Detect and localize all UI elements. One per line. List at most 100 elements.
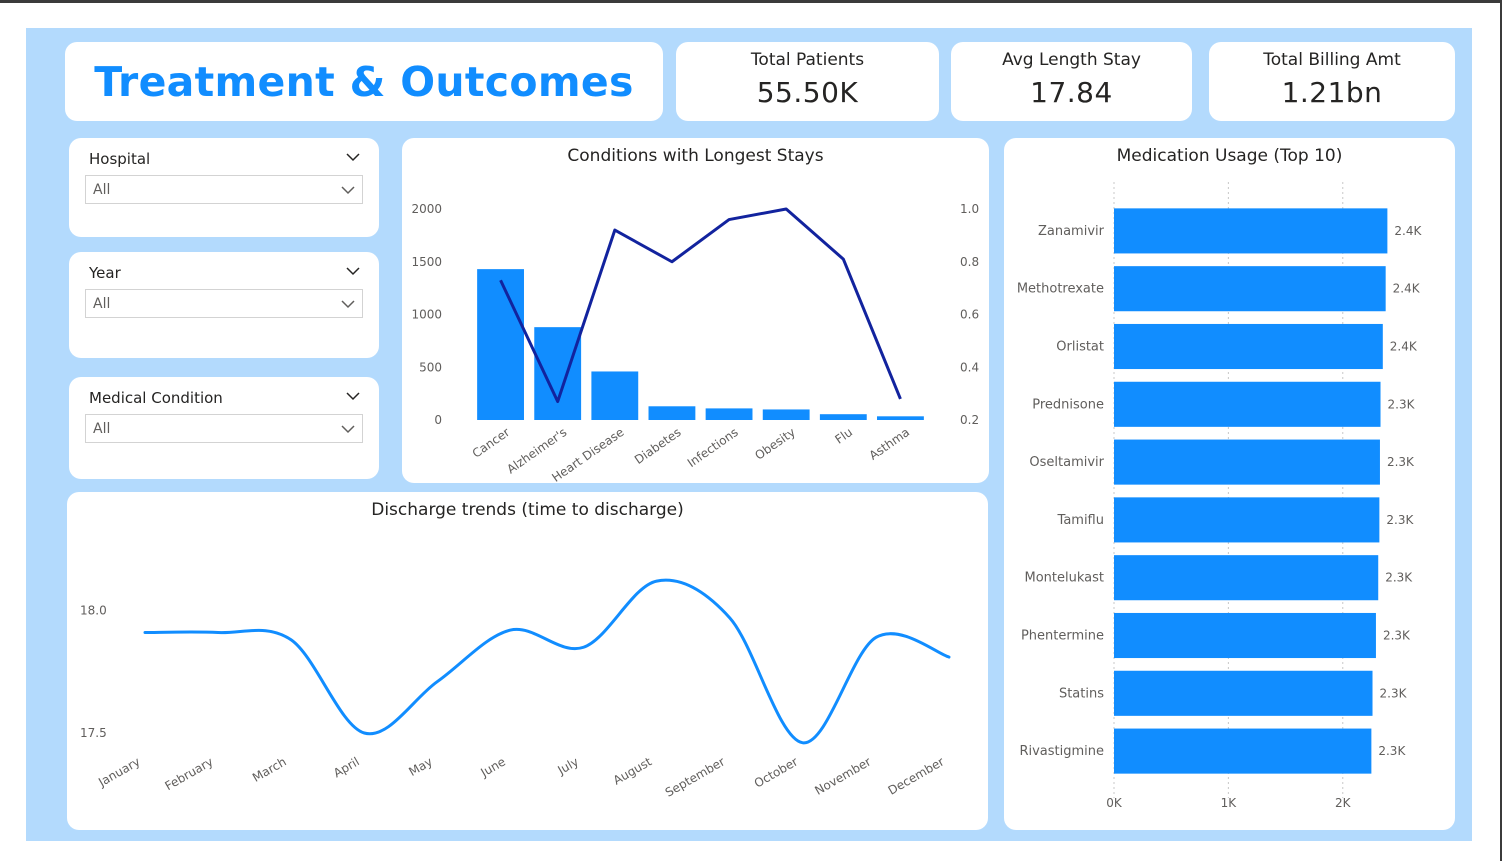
x-tick-label: October [752, 754, 801, 790]
y-tick-label-right: 0.8 [960, 255, 979, 269]
slicer-medical-condition: Medical Condition All [69, 377, 379, 479]
data-label: 2.3K [1380, 686, 1408, 700]
data-label: 2.3K [1386, 513, 1414, 527]
bar-cancer [477, 269, 524, 420]
x-tick-label: May [406, 754, 434, 779]
kpi-label: Avg Length Stay [1002, 50, 1141, 70]
y-tick-label-left: 500 [419, 360, 442, 374]
data-label: 2.3K [1387, 455, 1415, 469]
x-tick-label: 2K [1335, 796, 1352, 810]
bar-orlistat [1114, 323, 1383, 370]
x-tick-label: Infections [685, 425, 741, 470]
x-tick-label: Asthma [867, 425, 913, 463]
category-label: Rivastigmine [1019, 744, 1104, 759]
data-label: 2.3K [1383, 629, 1411, 643]
x-tick-label: 1K [1221, 796, 1238, 810]
kpi-card-avg-length-stay: Avg Length Stay 17.84 [951, 42, 1192, 121]
slicer-title: Medical Condition [89, 389, 223, 407]
bar-methotrexate [1114, 266, 1386, 312]
y-tick-label-right: 0.4 [960, 360, 979, 374]
x-tick-label: March [250, 754, 289, 784]
x-tick-label: Diabetes [632, 425, 684, 467]
dropdown-value: All [93, 296, 111, 312]
x-tick-label: January [95, 754, 142, 789]
data-label: 2.3K [1385, 571, 1413, 585]
kpi-value: 1.21bn [1281, 76, 1383, 109]
x-tick-label: April [331, 754, 362, 780]
bar-prednisone [1114, 381, 1381, 427]
y-tick-label-left: 1500 [411, 255, 442, 269]
y-tick-label-left: 1000 [411, 308, 442, 322]
x-tick-label: 0K [1106, 796, 1123, 810]
category-label: Tamiflu [1057, 513, 1104, 528]
x-tick-label: Obesity [752, 425, 798, 463]
hospital-dropdown[interactable]: All [85, 175, 363, 204]
slicer-title: Year [89, 264, 121, 282]
bar-obesity [762, 409, 810, 420]
category-label: Phentermine [1021, 629, 1104, 644]
discharge-chart-card: Discharge trends (time to discharge) 17.… [67, 492, 988, 830]
chevron-down-icon [341, 425, 355, 434]
kpi-card-total-billing: Total Billing Amt 1.21bn [1209, 42, 1455, 121]
x-tick-label: June [477, 754, 508, 780]
chevron-down-icon[interactable] [345, 264, 361, 278]
bar-heart-disease [591, 371, 639, 420]
data-label: 2.3K [1388, 397, 1416, 411]
x-tick-label: July [554, 754, 581, 777]
x-tick-label: November [812, 754, 873, 797]
medical-condition-dropdown[interactable]: All [85, 414, 363, 443]
bar-alzheimer-s [534, 327, 582, 420]
kpi-label: Total Billing Amt [1263, 50, 1401, 70]
series-line-discharge [143, 578, 951, 745]
x-tick-label: December [886, 754, 947, 797]
slicer-hospital: Hospital All [69, 138, 379, 237]
bar-zanamivir [1114, 208, 1388, 254]
slicer-year: Year All [69, 252, 379, 358]
slicer-title: Hospital [89, 150, 151, 168]
data-label: 2.4K [1394, 224, 1422, 238]
bar-statins [1114, 670, 1373, 716]
bar-phentermine [1114, 612, 1376, 659]
year-dropdown[interactable]: All [85, 289, 363, 318]
x-tick-label: February [163, 754, 216, 793]
conditions-chart-card: Conditions with Longest Stays 0 500 1000 15… [402, 138, 989, 483]
page-title: Treatment & Outcomes [94, 58, 634, 106]
y-tick-label-left: 0 [434, 413, 442, 427]
bar-asthma [877, 416, 924, 420]
data-label: 2.4K [1390, 340, 1418, 354]
y-tick-label-right: 0.2 [960, 413, 979, 427]
medication-chart-card: Medication Usage (Top 10) 0K 1K 2K Zanamivi… [1004, 138, 1455, 830]
kpi-value: 17.84 [1030, 76, 1113, 109]
chevron-down-icon[interactable] [345, 389, 361, 403]
window-top-border [0, 0, 1502, 3]
report-canvas: Treatment & Outcomes Total Patients 55.5… [26, 28, 1472, 841]
bar-flu [819, 414, 867, 420]
x-tick-label: September [663, 754, 727, 799]
category-label: Methotrexate [1017, 282, 1104, 297]
x-tick-label: August [611, 754, 655, 787]
category-label: Orlistat [1056, 340, 1104, 355]
chevron-down-icon[interactable] [345, 150, 361, 164]
dropdown-value: All [93, 182, 111, 198]
kpi-value: 55.50K [756, 76, 859, 109]
bar-oseltamivir [1114, 439, 1380, 485]
chevron-down-icon [341, 300, 355, 309]
bar-diabetes [648, 406, 696, 420]
conditions-chart: 05001000150020000.20.40.60.81.0CancerAlz… [411, 202, 979, 483]
y-tick-label-left: 2000 [411, 202, 442, 216]
bar-tamiflu [1114, 497, 1380, 543]
x-tick-label: Cancer [470, 425, 513, 461]
data-label: 2.4K [1393, 282, 1421, 296]
dropdown-value: All [93, 421, 111, 437]
y-tick-label-right: 1.0 [960, 202, 979, 216]
kpi-card-total-patients: Total Patients 55.50K [676, 42, 939, 121]
kpi-label: Total Patients [750, 50, 865, 70]
bar-montelukast [1114, 555, 1379, 601]
discharge-chart: 17.5 18.0 January February March April May June… [80, 578, 951, 800]
chevron-down-icon [341, 186, 355, 195]
x-tick-label: Flu [832, 425, 855, 447]
bar-rivastigmine [1114, 728, 1372, 774]
category-label: Montelukast [1025, 571, 1105, 586]
y-tick-label: 18.0 [80, 604, 107, 618]
title-card: Treatment & Outcomes [65, 42, 663, 121]
